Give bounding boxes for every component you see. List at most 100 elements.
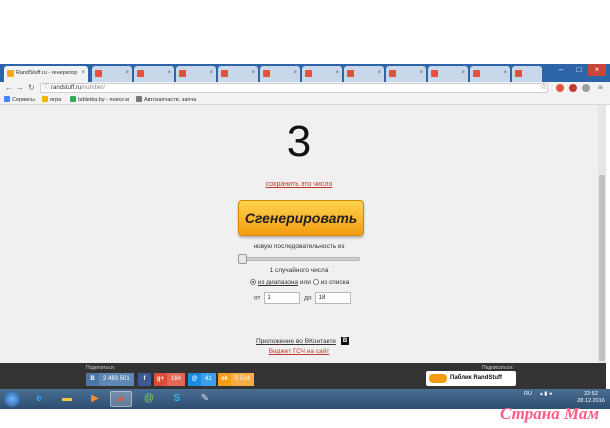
tab-randstuff[interactable]: RandStuff.ru - генератор × — [4, 66, 88, 82]
bookmark-tabletka[interactable]: tabletka.by - поиск м — [70, 96, 129, 103]
system-clock[interactable]: 22:52 28.12.2016 — [574, 391, 608, 405]
start-button-icon[interactable] — [4, 391, 20, 407]
odnoklassniki-icon: ok — [218, 373, 231, 386]
randstuff-public-button[interactable]: Паблик RandStuff — [426, 371, 516, 386]
address-bar[interactable]: ⓘ randstuff.ru/number/ — [40, 83, 548, 93]
public-button-label: Паблик RandStuff — [450, 375, 503, 381]
close-tab-icon[interactable]: × — [419, 70, 423, 76]
tab-favicon-icon — [137, 70, 144, 77]
mail-ru-icon: @ — [188, 373, 201, 386]
list-option-label[interactable]: из списка — [321, 279, 350, 286]
randstuff-logo-icon — [429, 374, 447, 383]
close-tab-icon[interactable]: × — [461, 70, 465, 76]
close-window-icon[interactable]: × — [588, 64, 606, 76]
tab-favicon-icon — [515, 70, 522, 77]
tab-item[interactable]: × — [218, 66, 258, 82]
bookmark-igra[interactable]: игра — [42, 96, 61, 103]
minimize-window-icon[interactable]: – — [552, 64, 570, 76]
page-info-icon[interactable]: ⓘ — [43, 84, 49, 92]
close-tab-icon[interactable]: × — [335, 70, 339, 76]
back-arrow-icon[interactable]: ← — [5, 83, 13, 93]
count-slider-handle[interactable] — [238, 254, 247, 264]
range-fields: от 1 до 18 — [254, 292, 353, 304]
facebook-icon: f — [138, 373, 151, 386]
close-tab-icon[interactable]: × — [503, 70, 507, 76]
from-input[interactable]: 1 — [264, 292, 301, 304]
bookmark-services[interactable]: Сервисы — [4, 96, 35, 103]
site-favicon-icon — [136, 96, 142, 102]
tab-item[interactable]: × — [176, 66, 216, 82]
close-tab-icon[interactable]: × — [81, 70, 85, 76]
apps-grid-icon — [4, 96, 10, 102]
tab-item[interactable]: × — [302, 66, 342, 82]
count-slider-track[interactable] — [240, 257, 360, 261]
scrollbar-thumb[interactable] — [599, 175, 605, 361]
tab-favicon-icon — [221, 70, 228, 77]
reload-icon[interactable]: ↻ — [28, 83, 35, 93]
top-blank-area — [0, 0, 610, 64]
tab-label: RandStuff.ru - генератор — [16, 70, 78, 76]
bookmark-avtozapchasti[interactable]: Автозапчасти, запча — [136, 96, 196, 103]
share-count: 2 483 501 — [99, 373, 134, 386]
tray-icons[interactable]: ▴ ▮ ◂ — [540, 391, 552, 397]
or-label: или — [299, 279, 311, 286]
close-tab-icon[interactable]: × — [293, 70, 297, 76]
share-count: 41 — [201, 373, 216, 386]
share-mail-ru-button[interactable]: @41 — [188, 373, 216, 386]
forward-arrow-icon[interactable]: → — [16, 83, 24, 93]
random-number-result: 3 — [286, 117, 312, 166]
range-radio[interactable] — [250, 279, 256, 285]
maximize-window-icon[interactable]: □ — [570, 64, 588, 76]
tab-item[interactable]: × — [344, 66, 384, 82]
address-path: /number/ — [81, 85, 105, 91]
tab-item[interactable]: × — [92, 66, 132, 82]
extension-heart-icon[interactable] — [556, 84, 564, 92]
site-watermark: Страна Мам — [500, 404, 600, 423]
share-google-plus-button[interactable]: g+ 184 — [154, 373, 186, 386]
media-player-icon[interactable]: ▶ — [84, 391, 106, 407]
close-tab-icon[interactable]: × — [377, 70, 381, 76]
tab-item[interactable]: × — [428, 66, 468, 82]
bookmark-label: Сервисы — [12, 97, 35, 103]
tab-strip: RandStuff.ru - генератор × × × × × × × ×… — [0, 64, 610, 82]
generate-button[interactable]: Сгенерировать — [238, 200, 364, 236]
tab-item[interactable] — [512, 66, 542, 82]
internet-explorer-icon[interactable]: e — [28, 391, 50, 407]
page-scrollbar[interactable] — [598, 105, 606, 363]
tab-item[interactable]: × — [134, 66, 174, 82]
file-explorer-icon[interactable]: ▬ — [56, 391, 78, 407]
browser-menu-icon[interactable]: ≡ — [598, 83, 603, 93]
skype-icon[interactable]: S — [166, 391, 188, 407]
address-host: randstuff.ru — [51, 85, 82, 91]
tab-favicon-icon — [263, 70, 270, 77]
extension-adblock-icon[interactable] — [569, 84, 577, 92]
extension-icon[interactable] — [582, 84, 590, 92]
close-tab-icon[interactable]: × — [209, 70, 213, 76]
vk-logo-icon: B — [341, 337, 349, 345]
tab-item[interactable]: × — [260, 66, 300, 82]
close-tab-icon[interactable]: × — [167, 70, 171, 76]
close-tab-icon[interactable]: × — [125, 70, 129, 76]
share-odnoklassniki-button[interactable]: ok 5 514 — [218, 373, 255, 386]
vk-app-link[interactable]: Приложение во ВКонтакте — [256, 338, 336, 345]
tab-item[interactable]: × — [386, 66, 426, 82]
list-radio[interactable] — [312, 279, 319, 285]
share-title: Поделиться: — [86, 365, 115, 371]
chrome-icon[interactable]: ● — [110, 391, 132, 407]
widget-link[interactable]: Виджет ГСЧ на сайт — [0, 348, 598, 355]
mail-agent-icon[interactable]: @ — [138, 391, 160, 407]
language-indicator[interactable]: RU — [524, 391, 532, 397]
tab-item[interactable]: × — [470, 66, 510, 82]
paint-icon[interactable]: ✎ — [194, 391, 216, 407]
to-input[interactable]: 18 — [315, 292, 352, 304]
page-content: 3 сохранить это число Сгенерировать нову… — [0, 105, 598, 363]
to-label: до — [304, 294, 312, 302]
share-facebook-button[interactable]: f — [138, 373, 151, 386]
bookmark-star-icon[interactable]: ☆ — [540, 82, 547, 92]
close-tab-icon[interactable]: × — [251, 70, 255, 76]
sequence-label: новую последовательность из — [253, 243, 345, 250]
save-number-link[interactable]: сохранить это число — [0, 181, 598, 188]
tab-favicon-icon — [305, 70, 312, 77]
range-option-label[interactable]: из диапазона — [258, 279, 298, 286]
share-vk-button[interactable]: B2 483 501 — [86, 373, 134, 386]
